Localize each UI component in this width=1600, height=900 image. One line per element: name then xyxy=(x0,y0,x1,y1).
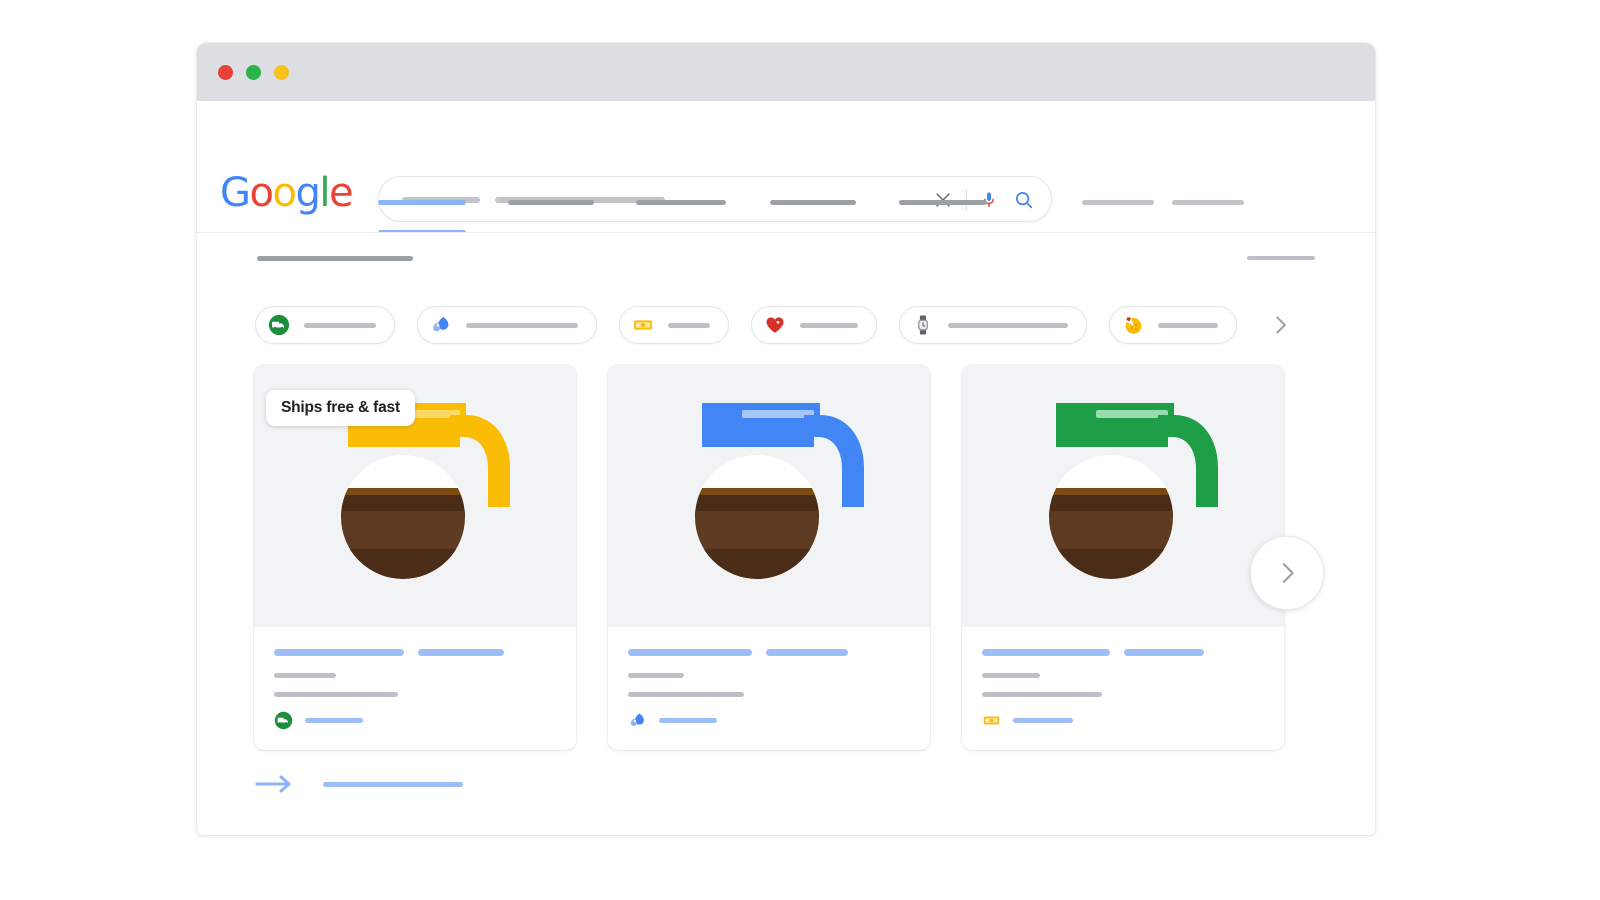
tab-images[interactable] xyxy=(636,200,726,205)
close-dot[interactable] xyxy=(218,65,233,80)
card-image[interactable] xyxy=(962,365,1284,627)
card-footer-label-placeholder xyxy=(1013,718,1073,723)
product-card-2[interactable] xyxy=(608,365,930,750)
card-body xyxy=(608,627,930,750)
chevron-right-icon xyxy=(1282,563,1294,583)
filter-chips-next-button[interactable] xyxy=(1267,312,1293,338)
shipping-truck-icon xyxy=(274,711,293,730)
card-title-row xyxy=(628,649,910,656)
card-title-row xyxy=(274,649,556,656)
tab-more[interactable] xyxy=(1172,200,1244,205)
money-icon xyxy=(982,711,1001,730)
card-title-placeholder xyxy=(628,649,752,656)
watch-icon xyxy=(912,314,934,336)
card-price-placeholder xyxy=(1124,649,1204,656)
status-badge: Ships free & fast xyxy=(266,390,415,426)
title-bar xyxy=(197,43,1375,101)
card-footer-badge xyxy=(628,711,910,730)
card-title-row xyxy=(982,649,1264,656)
card-title-placeholder xyxy=(982,649,1110,656)
card-detail-placeholder-2 xyxy=(274,692,398,697)
shipping-truck-icon xyxy=(268,314,290,336)
card-price-placeholder xyxy=(766,649,848,656)
card-body xyxy=(962,627,1284,750)
card-body xyxy=(254,627,576,750)
product-card-3[interactable] xyxy=(962,365,1284,750)
chip-food[interactable] xyxy=(1109,306,1237,344)
product-card-1[interactable]: Ships free & fast xyxy=(254,365,576,750)
carousel-next-button[interactable] xyxy=(1250,536,1324,610)
chip-smartwatch[interactable] xyxy=(899,306,1087,344)
card-detail-placeholder-1 xyxy=(274,673,336,678)
card-detail-placeholder-2 xyxy=(628,692,744,697)
water-drop-icon xyxy=(628,711,647,730)
tab-shopping[interactable] xyxy=(508,200,594,205)
search-tabs xyxy=(197,191,1375,235)
filter-chip-row xyxy=(255,306,1293,344)
chip-label-placeholder xyxy=(304,322,376,328)
card-footer-badge xyxy=(274,711,556,730)
card-detail-placeholder-2 xyxy=(982,692,1102,697)
chip-label-placeholder xyxy=(466,322,578,328)
pizza-icon xyxy=(1122,314,1144,336)
chip-label-placeholder xyxy=(800,322,858,328)
coffee-pot-illustration xyxy=(695,402,864,579)
window-controls xyxy=(218,65,289,80)
browser-window: Google Ships free & fast xyxy=(197,43,1375,835)
card-footer-label-placeholder xyxy=(659,718,717,723)
minimize-dot[interactable] xyxy=(246,65,261,80)
tab-all[interactable] xyxy=(378,200,466,205)
chip-free-shipping[interactable] xyxy=(255,306,395,344)
chip-label-placeholder xyxy=(1158,322,1218,328)
see-more-link[interactable] xyxy=(255,773,463,795)
card-title-placeholder xyxy=(274,649,404,656)
coffee-pot-illustration xyxy=(1049,402,1218,579)
product-card-carousel: Ships free & fast xyxy=(254,365,1284,750)
results-content: Ships free & fast xyxy=(197,233,1375,835)
heart-icon xyxy=(764,314,786,336)
chip-label-placeholder xyxy=(668,322,710,328)
chip-label-placeholder xyxy=(948,322,1068,328)
water-drop-icon xyxy=(430,314,452,336)
see-more-label-placeholder xyxy=(323,781,463,787)
card-detail-placeholder-1 xyxy=(982,673,1040,678)
arrow-right-icon xyxy=(255,773,295,795)
card-footer-label-placeholder xyxy=(305,718,363,723)
tab-videos[interactable] xyxy=(770,200,856,205)
maximize-dot[interactable] xyxy=(274,65,289,80)
chip-water-resistant[interactable] xyxy=(417,306,597,344)
card-image[interactable]: Ships free & fast xyxy=(254,365,576,627)
card-image[interactable] xyxy=(608,365,930,627)
money-icon xyxy=(632,314,654,336)
card-detail-placeholder-1 xyxy=(628,673,684,678)
chip-price[interactable] xyxy=(619,306,729,344)
card-price-placeholder xyxy=(418,649,504,656)
tab-news[interactable] xyxy=(899,200,987,205)
chip-favorites[interactable] xyxy=(751,306,877,344)
results-meta-placeholder xyxy=(1247,256,1315,260)
results-heading-placeholder xyxy=(257,256,413,261)
card-footer-badge xyxy=(982,711,1264,730)
tab-maps[interactable] xyxy=(1082,200,1154,205)
